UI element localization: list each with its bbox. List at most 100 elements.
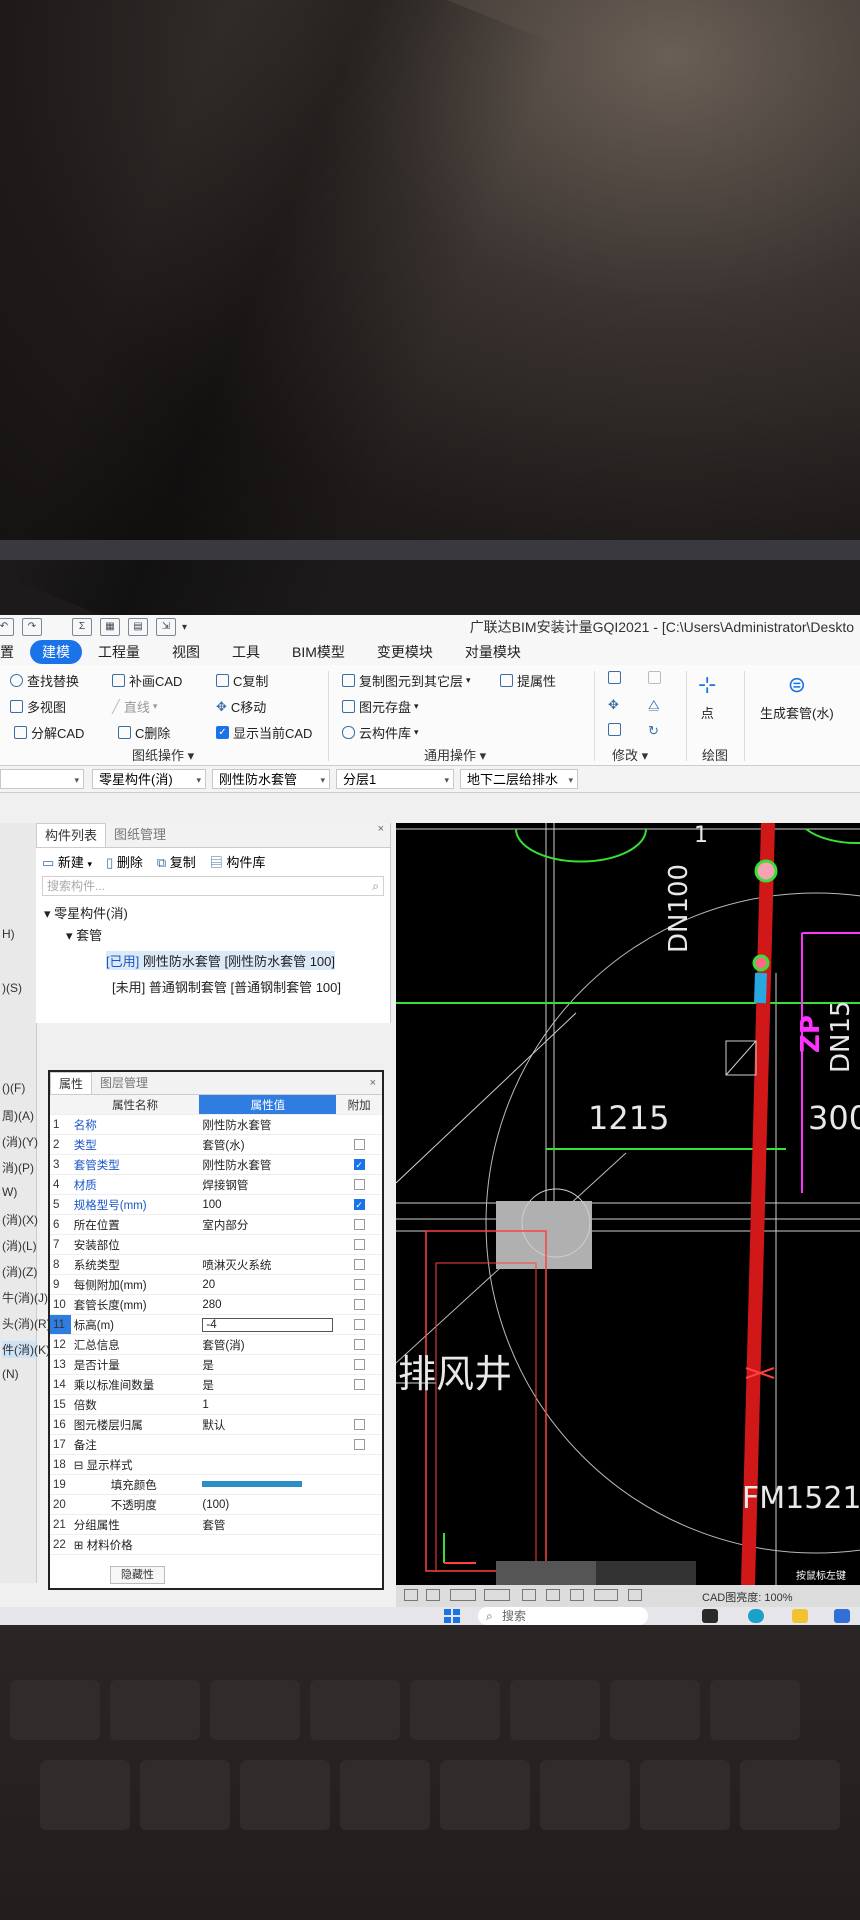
property-row[interactable]: 7 安装部位 — [50, 1234, 382, 1255]
property-value[interactable]: 20 — [199, 1274, 337, 1295]
type-item[interactable]: W) — [2, 1185, 17, 1199]
undo-icon[interactable]: ↶ — [0, 618, 14, 636]
property-value[interactable]: 是 — [199, 1354, 337, 1375]
property-value[interactable]: 1 — [199, 1394, 337, 1415]
property-row[interactable]: 15 倍数 1 — [50, 1394, 382, 1415]
checkbox-unchecked[interactable] — [353, 1238, 365, 1250]
property-row[interactable]: 13 是否计量是 — [50, 1354, 382, 1375]
property-value[interactable] — [199, 1534, 337, 1555]
redo-icon[interactable]: ↷ — [22, 618, 42, 636]
tab-component-list[interactable]: 构件列表 — [36, 823, 107, 847]
property-value[interactable]: 套管(水) — [199, 1134, 337, 1155]
property-value[interactable]: 刚性防水套管 — [199, 1114, 337, 1135]
tree-root[interactable]: ▾ 零星构件(消) — [44, 903, 128, 922]
tree-item-rigid-sleeve[interactable]: [已用] 刚性防水套管 [刚性防水套管 100] — [106, 951, 335, 970]
checkbox-unchecked[interactable] — [353, 1258, 365, 1270]
property-row[interactable]: 6 所在位置 室内部分 — [50, 1214, 382, 1235]
property-row[interactable]: 10 套管长度(mm) 280 — [50, 1294, 382, 1315]
property-value[interactable]: (100) — [199, 1494, 337, 1515]
property-value[interactable]: 室内部分 — [199, 1214, 337, 1235]
tab-drawing-management[interactable]: 图纸管理 — [106, 823, 174, 847]
modify-extend-button[interactable] — [648, 671, 665, 684]
checkbox-unchecked[interactable] — [353, 1338, 365, 1350]
property-value[interactable]: -4 — [199, 1314, 337, 1335]
property-row[interactable]: 22 ⊞ 材料价格 — [50, 1534, 382, 1555]
elevation-input[interactable]: -4 — [202, 1317, 334, 1332]
angle-icon[interactable] — [546, 1589, 560, 1601]
c-delete-button[interactable]: C删除 — [118, 723, 170, 742]
checkbox-unchecked[interactable] — [353, 1438, 365, 1450]
cloud-lib-button[interactable]: 云构件库 ▾ — [342, 723, 419, 742]
group-modify[interactable]: 修改 ▾ — [612, 745, 648, 764]
view-icon[interactable] — [484, 1589, 510, 1601]
hide-attr-button[interactable]: 隐藏性 — [110, 1566, 165, 1584]
gqi-app-icon[interactable] — [834, 1609, 850, 1623]
type-item[interactable]: (消)(L) — [2, 1237, 37, 1254]
select-icon[interactable] — [450, 1589, 476, 1601]
snap-icon[interactable] — [404, 1589, 418, 1601]
property-value[interactable]: 是 — [199, 1374, 337, 1395]
close-icon[interactable]: × — [370, 1072, 376, 1094]
windows-start-icon[interactable] — [442, 1607, 462, 1625]
menu-tools[interactable]: 工具 — [216, 642, 276, 662]
print-icon[interactable] — [628, 1589, 642, 1601]
line-button[interactable]: ╱ 直线 ▾ — [112, 697, 157, 716]
gen-sleeve-button[interactable]: ⊜ 生成套管(水) — [760, 673, 834, 722]
type-item[interactable]: (消)(Y) — [2, 1133, 38, 1150]
type-item[interactable]: (N) — [2, 1367, 19, 1381]
multi-view-button[interactable]: 多视图 — [10, 697, 66, 716]
split-cad-button[interactable]: 分解CAD — [14, 723, 84, 742]
menu-bim-model[interactable]: BIM模型 — [276, 642, 361, 662]
group-drawing-ops[interactable]: 图纸操作 ▾ — [132, 745, 194, 764]
property-row[interactable]: 17 备注 — [50, 1434, 382, 1455]
menu-view[interactable]: 视图 — [156, 642, 216, 662]
type-item[interactable]: (消)(Z) — [2, 1263, 37, 1280]
find-replace-button[interactable]: 查找替换 — [10, 671, 79, 690]
tree-group[interactable]: ▾ 套管 — [66, 925, 102, 944]
copy-button[interactable]: ⧉ 复制 — [157, 852, 196, 871]
cad-brightness[interactable]: CAD图亮度: 100% — [702, 1589, 792, 1605]
property-value[interactable]: 套管 — [199, 1514, 337, 1535]
close-icon[interactable]: × — [378, 823, 384, 847]
ortho-icon[interactable] — [426, 1589, 440, 1601]
category-select[interactable]: 零星构件(消) ▾ — [92, 769, 206, 789]
property-row[interactable]: 2 类型 套管(水) — [50, 1134, 382, 1155]
property-row[interactable]: 18 ⊟ 显示样式 — [50, 1454, 382, 1475]
property-row[interactable]: 8 系统类型 喷淋灭火系统 — [50, 1254, 382, 1275]
floor-select[interactable]: ▾ — [0, 769, 84, 789]
property-row[interactable]: 21 分组属性 套管 — [50, 1514, 382, 1535]
property-row[interactable]: 4 材质 焊接钢管 — [50, 1174, 382, 1195]
layer-select[interactable]: 分层1 ▾ — [336, 769, 454, 789]
menu-settings[interactable]: 置 — [0, 642, 30, 662]
type-item[interactable]: )(S) — [2, 981, 22, 995]
property-value[interactable]: 280 — [199, 1294, 337, 1315]
checkbox-checked[interactable]: ✓ — [353, 1198, 365, 1210]
type-item[interactable]: (消)(X) — [2, 1211, 38, 1228]
menu-change-module[interactable]: 变更模块 — [361, 642, 449, 662]
tab-attributes[interactable]: 属性 — [50, 1072, 93, 1094]
property-row[interactable]: 3 套管类型 刚性防水套管 ✓ — [50, 1154, 382, 1175]
checkbox-unchecked[interactable] — [353, 1418, 365, 1430]
modify-copy-button[interactable] — [608, 671, 625, 684]
fill-color-swatch[interactable] — [202, 1481, 303, 1488]
extract-attr-button[interactable]: 提属性 — [500, 671, 556, 690]
checkbox-unchecked[interactable] — [353, 1178, 365, 1190]
sum-icon[interactable]: Σ — [72, 618, 92, 636]
fill-cad-button[interactable]: 补画CAD — [112, 671, 182, 690]
checkbox-unchecked[interactable] — [353, 1278, 365, 1290]
property-value[interactable]: 焊接钢管 — [199, 1174, 337, 1195]
property-row[interactable]: 16 图元楼层归属 默认 — [50, 1414, 382, 1435]
c-copy-button[interactable]: C复制 — [216, 671, 268, 690]
group-common-ops[interactable]: 通用操作 ▾ — [424, 745, 486, 764]
type-item[interactable]: 头(消)(R) — [2, 1315, 51, 1332]
type-item[interactable]: 消)(P) — [2, 1159, 34, 1176]
type-item-selected[interactable]: 件(消)(K) — [2, 1341, 50, 1358]
drawing-select[interactable]: 地下二层给排水 ▾ — [460, 769, 578, 789]
export-icon[interactable]: ⇲ — [156, 618, 176, 636]
checkbox-unchecked[interactable] — [353, 1358, 365, 1370]
quick-access-dropdown-icon[interactable]: ▾ — [182, 622, 187, 633]
property-row[interactable]: 14 乘以标准间数量是 — [50, 1374, 382, 1395]
checkbox-unchecked[interactable] — [353, 1138, 365, 1150]
new-button[interactable]: ▭ 新建 ▾ — [42, 852, 92, 871]
component-select[interactable]: 刚性防水套管 ▾ — [212, 769, 330, 789]
